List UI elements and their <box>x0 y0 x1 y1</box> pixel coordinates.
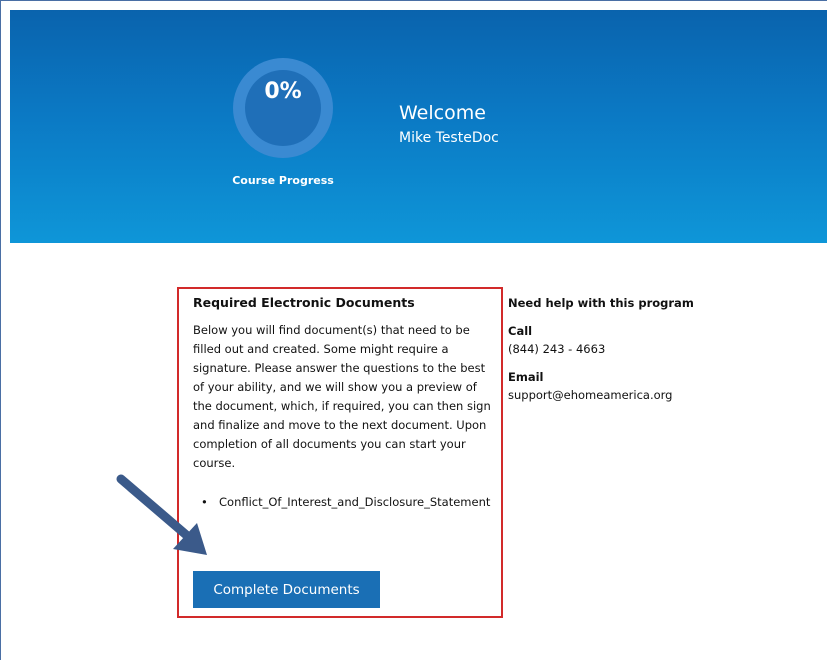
welcome-heading: Welcome <box>399 102 486 124</box>
documents-list: • Conflict_Of_Interest_and_Disclosure_St… <box>193 493 493 512</box>
user-name: Mike TesteDoc <box>399 130 499 146</box>
progress-label: Course Progress <box>232 174 334 187</box>
complete-documents-button[interactable]: Complete Documents <box>193 571 380 608</box>
document-name: Conflict_Of_Interest_and_Disclosure_Stat… <box>219 495 491 509</box>
page-frame: 0% Course Progress Welcome Mike TesteDoc… <box>0 0 827 660</box>
email-label: Email <box>508 370 544 384</box>
help-title: Need help with this program <box>508 296 694 310</box>
documents-title: Required Electronic Documents <box>193 295 415 310</box>
progress-ring-inner: 0% <box>245 70 321 146</box>
arrow-pointer-icon <box>116 474 207 555</box>
call-label: Call <box>508 324 533 338</box>
progress-ring: 0% <box>233 58 333 158</box>
required-documents-panel: Required Electronic Documents Below you … <box>177 287 503 618</box>
list-item: • Conflict_Of_Interest_and_Disclosure_St… <box>193 493 493 512</box>
email-address: support@ehomeamerica.org <box>508 388 673 402</box>
header-banner: 0% Course Progress Welcome Mike TesteDoc <box>10 10 827 243</box>
progress-value: 0% <box>264 79 302 104</box>
documents-description: Below you will find document(s) that nee… <box>193 323 491 470</box>
phone-number: (844) 243 - 4663 <box>508 342 606 356</box>
help-panel: Need help with this program Call (844) 2… <box>508 296 708 402</box>
